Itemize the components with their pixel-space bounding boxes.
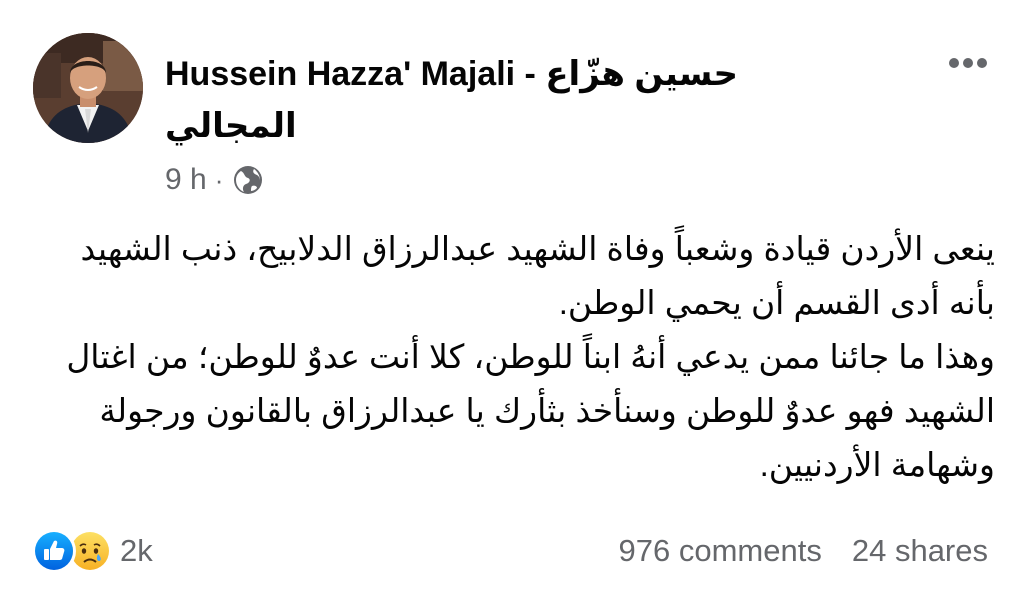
facebook-post: Hussein Hazza' Majali - حسين هزّاع المجا… (0, 0, 1024, 599)
post-timestamp[interactable]: 9 h (165, 163, 207, 197)
post-message: ينعى الأردن قيادة وشعباً وفاة الشهيد عبد… (40, 222, 995, 492)
post-paragraph: ينعى الأردن قيادة وشعباً وفاة الشهيد عبد… (80, 230, 995, 321)
reactions-summary[interactable]: 2k (32, 528, 153, 574)
comments-count-link[interactable]: 976 comments (619, 533, 822, 569)
reaction-count[interactable]: 2k (120, 533, 153, 569)
avatar[interactable] (33, 33, 143, 143)
author-name-arabic-first[interactable]: حسين هزّاع (545, 55, 738, 93)
author-name-latin[interactable]: Hussein Hazza' Majali - (165, 55, 536, 93)
like-reaction-icon (32, 529, 76, 573)
shares-count-link[interactable]: 24 shares (852, 533, 988, 569)
author-name-arabic-second[interactable]: المجالي (165, 107, 297, 145)
globe-icon[interactable] (232, 164, 264, 196)
more-options-icon[interactable] (944, 48, 992, 78)
engagement-counts: 976 comments 24 shares (619, 528, 988, 574)
author-name[interactable]: Hussein Hazza' Majali - حسين هزّاع المجا… (165, 48, 845, 152)
post-paragraph: وهذا ما جائنا ممن يدعي أنهُ ابناً للوطن،… (66, 338, 995, 483)
profile-photo (33, 33, 143, 143)
post-meta: 9 h · (165, 160, 264, 200)
meta-separator: · (214, 164, 224, 195)
